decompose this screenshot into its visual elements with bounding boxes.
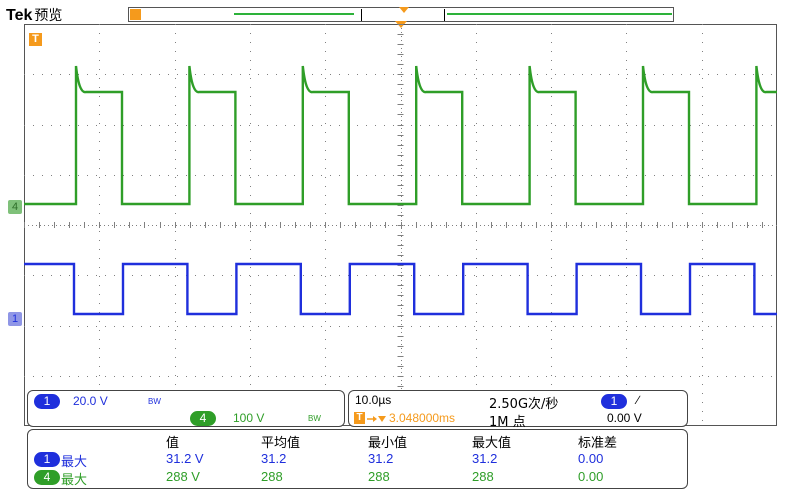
channel-settings-panel[interactable]: 1 20.0 V BW 4 100 V BW [27,390,345,427]
trigger-delay-icon: T [354,412,365,424]
col-header-mean: 平均值 [261,436,301,451]
trigger-delay-value: 3.048000ms [389,411,456,425]
record-trace-left [234,13,354,15]
row1-value: 31.2 V [166,451,204,466]
record-trace-right [447,13,672,15]
row2-min: 288 [368,469,390,484]
measurement-table[interactable]: 值 平均值 最小值 最大值 标准差 1 最大 31.2 V 31.2 31.2 … [27,429,688,489]
row1-mean: 31.2 [261,451,287,466]
ch4-bw-limit-icon: BW [308,414,321,423]
row1-max: 31.2 [472,451,498,466]
brand-label: Tek 预览 [6,5,62,25]
trigger-arrow-icon [399,7,409,13]
row1-min: 31.2 [368,451,394,466]
record-overview-bar[interactable] [128,7,674,22]
brand-name: Tek [6,7,33,24]
mode-label: 预览 [34,8,63,24]
ch1-bw-limit-icon: BW [148,397,161,406]
ch1-waveform [24,262,777,316]
row2-channel-badge[interactable]: 4 [34,470,60,485]
waveform-graticule[interactable] [24,24,777,426]
grid-lines [24,24,777,426]
ch1-ground-marker[interactable]: 1 [8,312,22,326]
row1-std: 0.00 [578,451,604,466]
ch4-ground-marker[interactable]: 4 [8,200,22,214]
trigger-position-icon [130,9,141,20]
row1-channel-badge[interactable]: 1 [34,452,60,467]
ch1-scale: 20.0 V [73,394,108,408]
sample-rate-value: 2.50G次/秒 [489,397,559,412]
delay-arrow-icon [367,416,386,422]
row2-measure-name: 最大 [61,473,88,488]
horizontal-trigger-panel[interactable]: 10.0µs 2.50G次/秒 1 ∕ T 3.048000ms 1M 点 0.… [348,390,688,430]
row1-measure-name: 最大 [61,455,88,470]
col-header-std: 标准差 [578,436,618,451]
col-header-value: 值 [166,436,180,451]
ch4-scale: 100 V [233,411,265,425]
col-header-max: 最大值 [472,436,512,451]
row2-std: 0.00 [578,469,604,484]
ch1-badge[interactable]: 1 [34,394,60,409]
ch4-badge[interactable]: 4 [190,411,216,426]
row2-value: 288 V [166,469,200,484]
row2-mean: 288 [261,469,283,484]
trigger-level-value: 0.00 V [607,411,642,425]
record-length-value: 1M 点 [489,415,526,430]
row2-max: 288 [472,469,494,484]
col-header-min: 最小值 [368,436,408,451]
trigger-source-badge[interactable]: 1 [601,394,627,409]
timebase-value: 10.0µs [355,393,392,407]
trigger-slope-icon: ∕ [637,393,640,407]
